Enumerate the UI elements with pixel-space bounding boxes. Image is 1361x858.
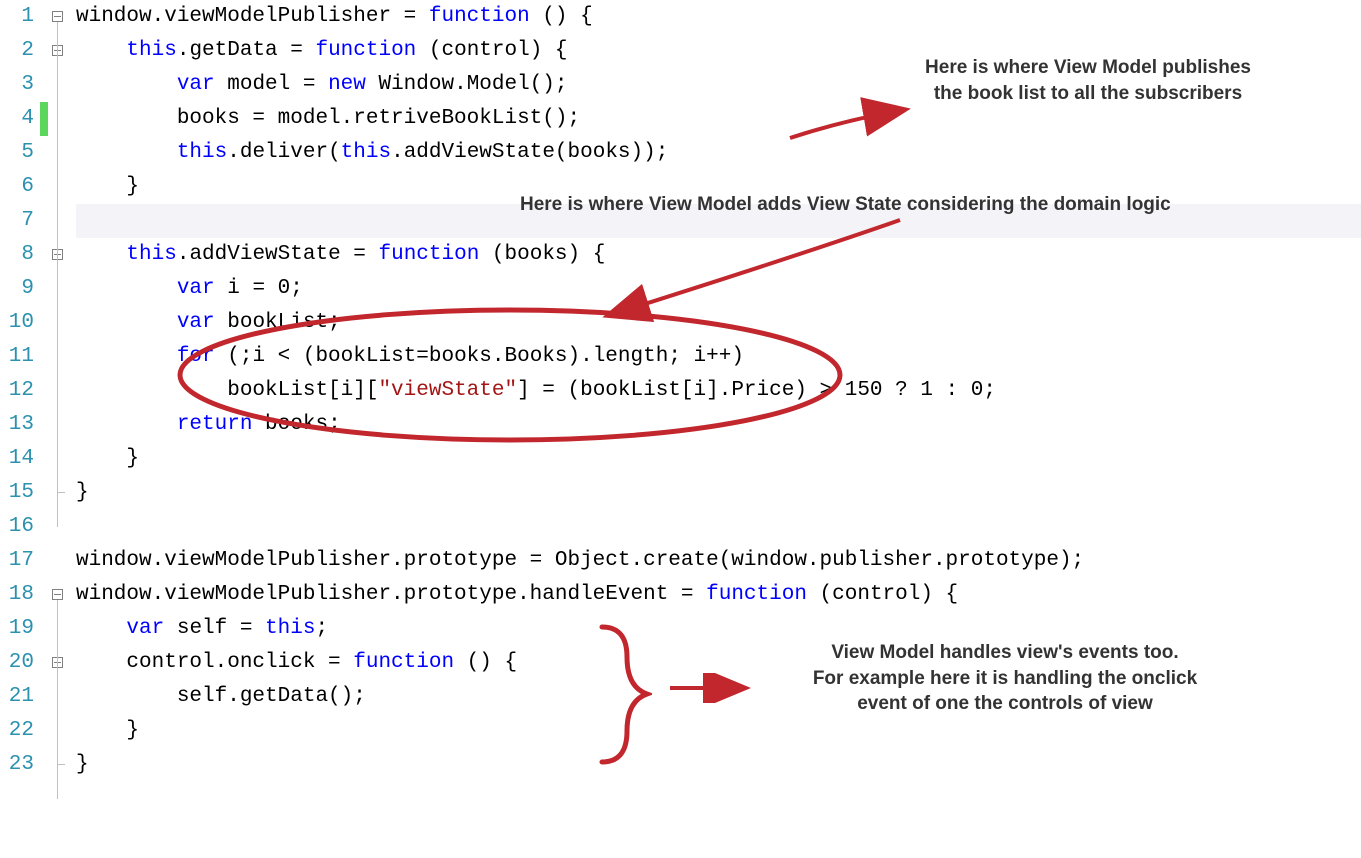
fold-guide: [57, 600, 58, 799]
code-area[interactable]: window.viewModelPublisher = function () …: [76, 0, 1361, 858]
code-line[interactable]: [76, 510, 1361, 544]
line-number: 23: [0, 748, 34, 782]
change-marker-column: [40, 0, 48, 858]
fold-toggle[interactable]: [52, 11, 63, 22]
code-line[interactable]: var model = new Window.Model();: [76, 68, 1361, 102]
code-line[interactable]: control.onclick = function () {: [76, 646, 1361, 680]
code-line[interactable]: var self = this;: [76, 612, 1361, 646]
line-number: 9: [0, 272, 34, 306]
line-number: 4: [0, 102, 34, 136]
line-number-gutter: 1234567891011121314151617181920212223: [0, 0, 40, 858]
fold-column: [48, 0, 76, 858]
line-number: 14: [0, 442, 34, 476]
code-line[interactable]: window.viewModelPublisher.prototype.hand…: [76, 578, 1361, 612]
code-line[interactable]: window.viewModelPublisher = function () …: [76, 0, 1361, 34]
line-number: 2: [0, 34, 34, 68]
code-line[interactable]: this.deliver(this.addViewState(books));: [76, 136, 1361, 170]
code-line[interactable]: return books;: [76, 408, 1361, 442]
line-number: 20: [0, 646, 34, 680]
line-number: 5: [0, 136, 34, 170]
line-number: 1: [0, 0, 34, 34]
code-line[interactable]: this.getData = function (control) {: [76, 34, 1361, 68]
line-number: 22: [0, 714, 34, 748]
line-number: 6: [0, 170, 34, 204]
code-editor: 1234567891011121314151617181920212223 wi…: [0, 0, 1361, 858]
line-number: 7: [0, 204, 34, 238]
line-number: 8: [0, 238, 34, 272]
line-number: 3: [0, 68, 34, 102]
line-number: 18: [0, 578, 34, 612]
line-number: 10: [0, 306, 34, 340]
line-number: 11: [0, 340, 34, 374]
code-line[interactable]: var i = 0;: [76, 272, 1361, 306]
line-number: 12: [0, 374, 34, 408]
line-number: 19: [0, 612, 34, 646]
code-line[interactable]: self.getData();: [76, 680, 1361, 714]
fold-guide: [57, 22, 58, 527]
fold-toggle[interactable]: [52, 589, 63, 600]
code-line[interactable]: }: [76, 714, 1361, 748]
line-number: 17: [0, 544, 34, 578]
code-line[interactable]: this.addViewState = function (books) {: [76, 238, 1361, 272]
code-line[interactable]: }: [76, 442, 1361, 476]
code-line[interactable]: }: [76, 748, 1361, 782]
line-number: 16: [0, 510, 34, 544]
code-line[interactable]: }: [76, 476, 1361, 510]
code-line[interactable]: }: [76, 170, 1361, 204]
line-number: 13: [0, 408, 34, 442]
code-line[interactable]: bookList[i]["viewState"] = (bookList[i].…: [76, 374, 1361, 408]
code-line[interactable]: window.viewModelPublisher.prototype = Ob…: [76, 544, 1361, 578]
line-number: 21: [0, 680, 34, 714]
change-marker-line-4: [40, 102, 48, 136]
code-line[interactable]: for (;i < (bookList=books.Books).length;…: [76, 340, 1361, 374]
line-number: 15: [0, 476, 34, 510]
code-line[interactable]: books = model.retriveBookList();: [76, 102, 1361, 136]
code-line[interactable]: [76, 204, 1361, 238]
code-line[interactable]: var bookList;: [76, 306, 1361, 340]
